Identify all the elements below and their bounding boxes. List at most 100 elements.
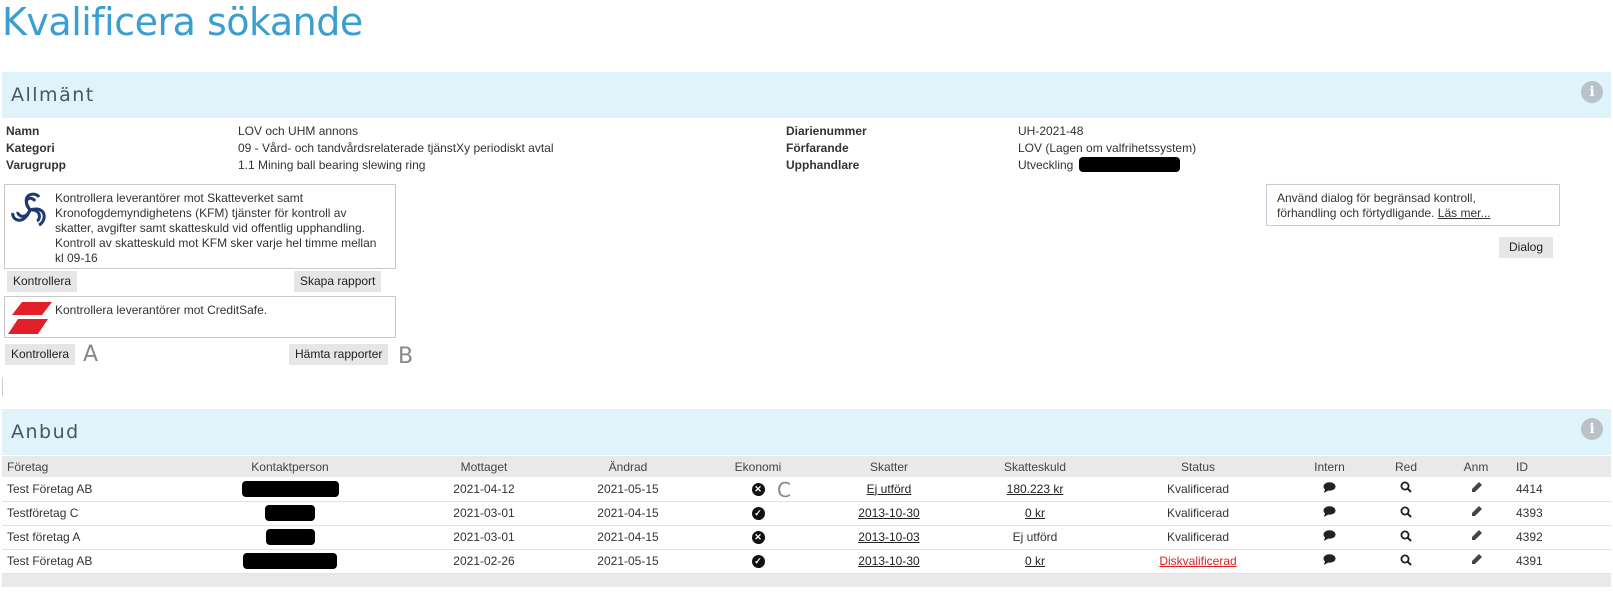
check-icon[interactable]: ✓ (751, 555, 765, 569)
info-icon[interactable]: i (1581, 81, 1603, 103)
contact-cell (168, 525, 412, 550)
dialog-button[interactable]: Dialog (1499, 237, 1554, 258)
column-header[interactable]: Red (1371, 456, 1441, 477)
comment-icon[interactable] (1323, 482, 1336, 496)
marker-c: C (777, 478, 791, 502)
page-title: Kvalificera sökande (2, 0, 363, 44)
column-header[interactable]: Status (1108, 456, 1288, 477)
column-header[interactable]: Företag (2, 456, 168, 477)
info-icon[interactable]: i (1581, 418, 1603, 440)
creditsafe-fetch-reports-button[interactable]: Hämta rapporter (289, 344, 389, 365)
field-label-namn: Namn (6, 124, 40, 138)
status-cell: Kvalificerad (1108, 501, 1288, 526)
company-cell: Test Företag AB (2, 549, 168, 574)
table-header-row: Företag Kontaktperson Mottaget Ändrad Ek… (2, 456, 1611, 477)
column-header[interactable]: Ändrad (556, 456, 700, 477)
tax-debt-link[interactable]: 0 kr (1025, 554, 1045, 568)
check-icon[interactable]: ✓ (751, 507, 765, 521)
column-header[interactable]: Skatteskuld (962, 456, 1108, 477)
table-footer (2, 573, 1611, 587)
comment-icon[interactable] (1323, 554, 1336, 568)
taxes-link[interactable]: 2013-10-30 (858, 554, 919, 568)
id-cell: 4393 (1511, 501, 1611, 526)
tax-debt-link[interactable]: 0 kr (1025, 506, 1045, 520)
general-section-title: Allmänt (11, 84, 95, 106)
column-header[interactable]: Ekonomi (700, 456, 816, 477)
pencil-icon[interactable] (1471, 530, 1482, 544)
creditsafe-check-button[interactable]: Kontrollera (5, 344, 76, 365)
search-icon[interactable] (1400, 481, 1412, 496)
status-cell: Kvalificerad (1108, 477, 1288, 502)
tax-debt-cell: 0 kr (962, 549, 1108, 574)
skatteverket-logo-icon (9, 189, 51, 234)
column-header[interactable]: Intern (1288, 456, 1371, 477)
field-label-varugrupp: Varugrupp (6, 158, 67, 172)
kfm-line: Kontrollera leverantörer mot Skatteverke… (55, 191, 304, 205)
table-footer-cell (2, 573, 1611, 587)
redacted-contact (265, 505, 315, 521)
table-row: Testföretag C 2021-03-01 2021-04-15 ✓ 20… (2, 501, 1611, 526)
x-icon[interactable]: ✕ (751, 482, 765, 496)
table-row: Test Företag AB 2021-02-26 2021-05-15 ✓ … (2, 549, 1611, 574)
search-icon[interactable] (1400, 506, 1412, 521)
kfm-create-report-button[interactable]: Skapa rapport (294, 271, 382, 292)
column-header[interactable]: Kontaktperson (168, 456, 412, 477)
id-cell: 4391 (1511, 549, 1611, 574)
kfm-line: kl 09-16 (55, 251, 98, 265)
taxes-link[interactable]: Ej utförd (867, 482, 912, 496)
column-header[interactable]: Anm (1441, 456, 1511, 477)
field-value-namn: LOV och UHM annons (238, 124, 359, 138)
comment-icon[interactable] (1323, 506, 1336, 520)
company-cell: Test Företag AB (2, 477, 168, 502)
bids-table: Företag Kontaktperson Mottaget Ändrad Ek… (2, 456, 1611, 587)
search-icon[interactable] (1400, 530, 1412, 545)
field-label-upphandlare: Upphandlare (786, 158, 860, 172)
field-label-forfarande: Förfarande (786, 141, 849, 155)
tax-debt-cell: Ej utförd (962, 525, 1108, 550)
id-cell: 4392 (1511, 525, 1611, 550)
field-label-kategori: Kategori (6, 141, 55, 155)
kfm-line: Kronofogdemyndighetens (KFM) tjänster fö… (55, 206, 347, 220)
received-cell: 2021-03-01 (412, 501, 556, 526)
intern-cell (1288, 525, 1371, 550)
intern-cell (1288, 501, 1371, 526)
redacted-contact (241, 480, 339, 497)
creditsafe-description: Kontrollera leverantörer mot CreditSafe. (55, 303, 268, 317)
table-row: Test Företag AB 2021-04-12 2021-05-15 ✕ C… (2, 477, 1611, 502)
company-cell: Test företag A (2, 525, 168, 550)
kfm-description: Kontrollera leverantörer mot Skatteverke… (55, 191, 376, 266)
red-cell (1371, 501, 1441, 526)
comment-icon[interactable] (1323, 530, 1336, 544)
intern-cell (1288, 477, 1371, 502)
kfm-line: skatter, avgifter samt skatteskuld vid o… (55, 221, 365, 235)
economy-cell: ✕ (700, 525, 816, 550)
taxes-cell: 2013-10-30 (816, 501, 962, 526)
anm-cell (1441, 501, 1511, 526)
column-header[interactable]: Skatter (816, 456, 962, 477)
x-icon[interactable]: ✕ (751, 531, 765, 545)
taxes-link[interactable]: 2013-10-03 (858, 530, 919, 544)
pencil-icon[interactable] (1471, 506, 1482, 520)
taxes-cell: Ej utförd (816, 477, 962, 502)
tax-debt-cell: 0 kr (962, 501, 1108, 526)
tax-debt-cell: 180.223 kr (962, 477, 1108, 502)
pencil-icon[interactable] (1471, 481, 1482, 496)
dialog-info-box: Använd dialog för begränsad kontroll, fö… (1266, 184, 1560, 226)
tax-debt-link[interactable]: 180.223 kr (1007, 482, 1064, 496)
changed-cell: 2021-04-15 (556, 525, 700, 550)
column-header[interactable]: ID (1511, 456, 1611, 477)
marker-b: B (398, 344, 414, 369)
field-value-diarienummer: UH-2021-48 (1018, 124, 1084, 138)
table-row: Test företag A 2021-03-01 2021-04-15 ✕ 2… (2, 525, 1611, 550)
disqualified-link[interactable]: Diskvalificerad (1159, 554, 1236, 568)
economy-cell: ✓ (700, 501, 816, 526)
anm-cell (1441, 549, 1511, 574)
kfm-check-button[interactable]: Kontrollera (7, 271, 78, 292)
bids-section-header: Anbud i (2, 409, 1611, 455)
dialog-line-2: förhandling och förtydligande. Läs mer..… (1277, 206, 1490, 221)
read-more-link[interactable]: Läs mer... (1438, 206, 1491, 220)
pencil-icon[interactable] (1471, 554, 1482, 568)
column-header[interactable]: Mottaget (412, 456, 556, 477)
search-icon[interactable] (1400, 554, 1412, 569)
taxes-link[interactable]: 2013-10-30 (858, 506, 919, 520)
